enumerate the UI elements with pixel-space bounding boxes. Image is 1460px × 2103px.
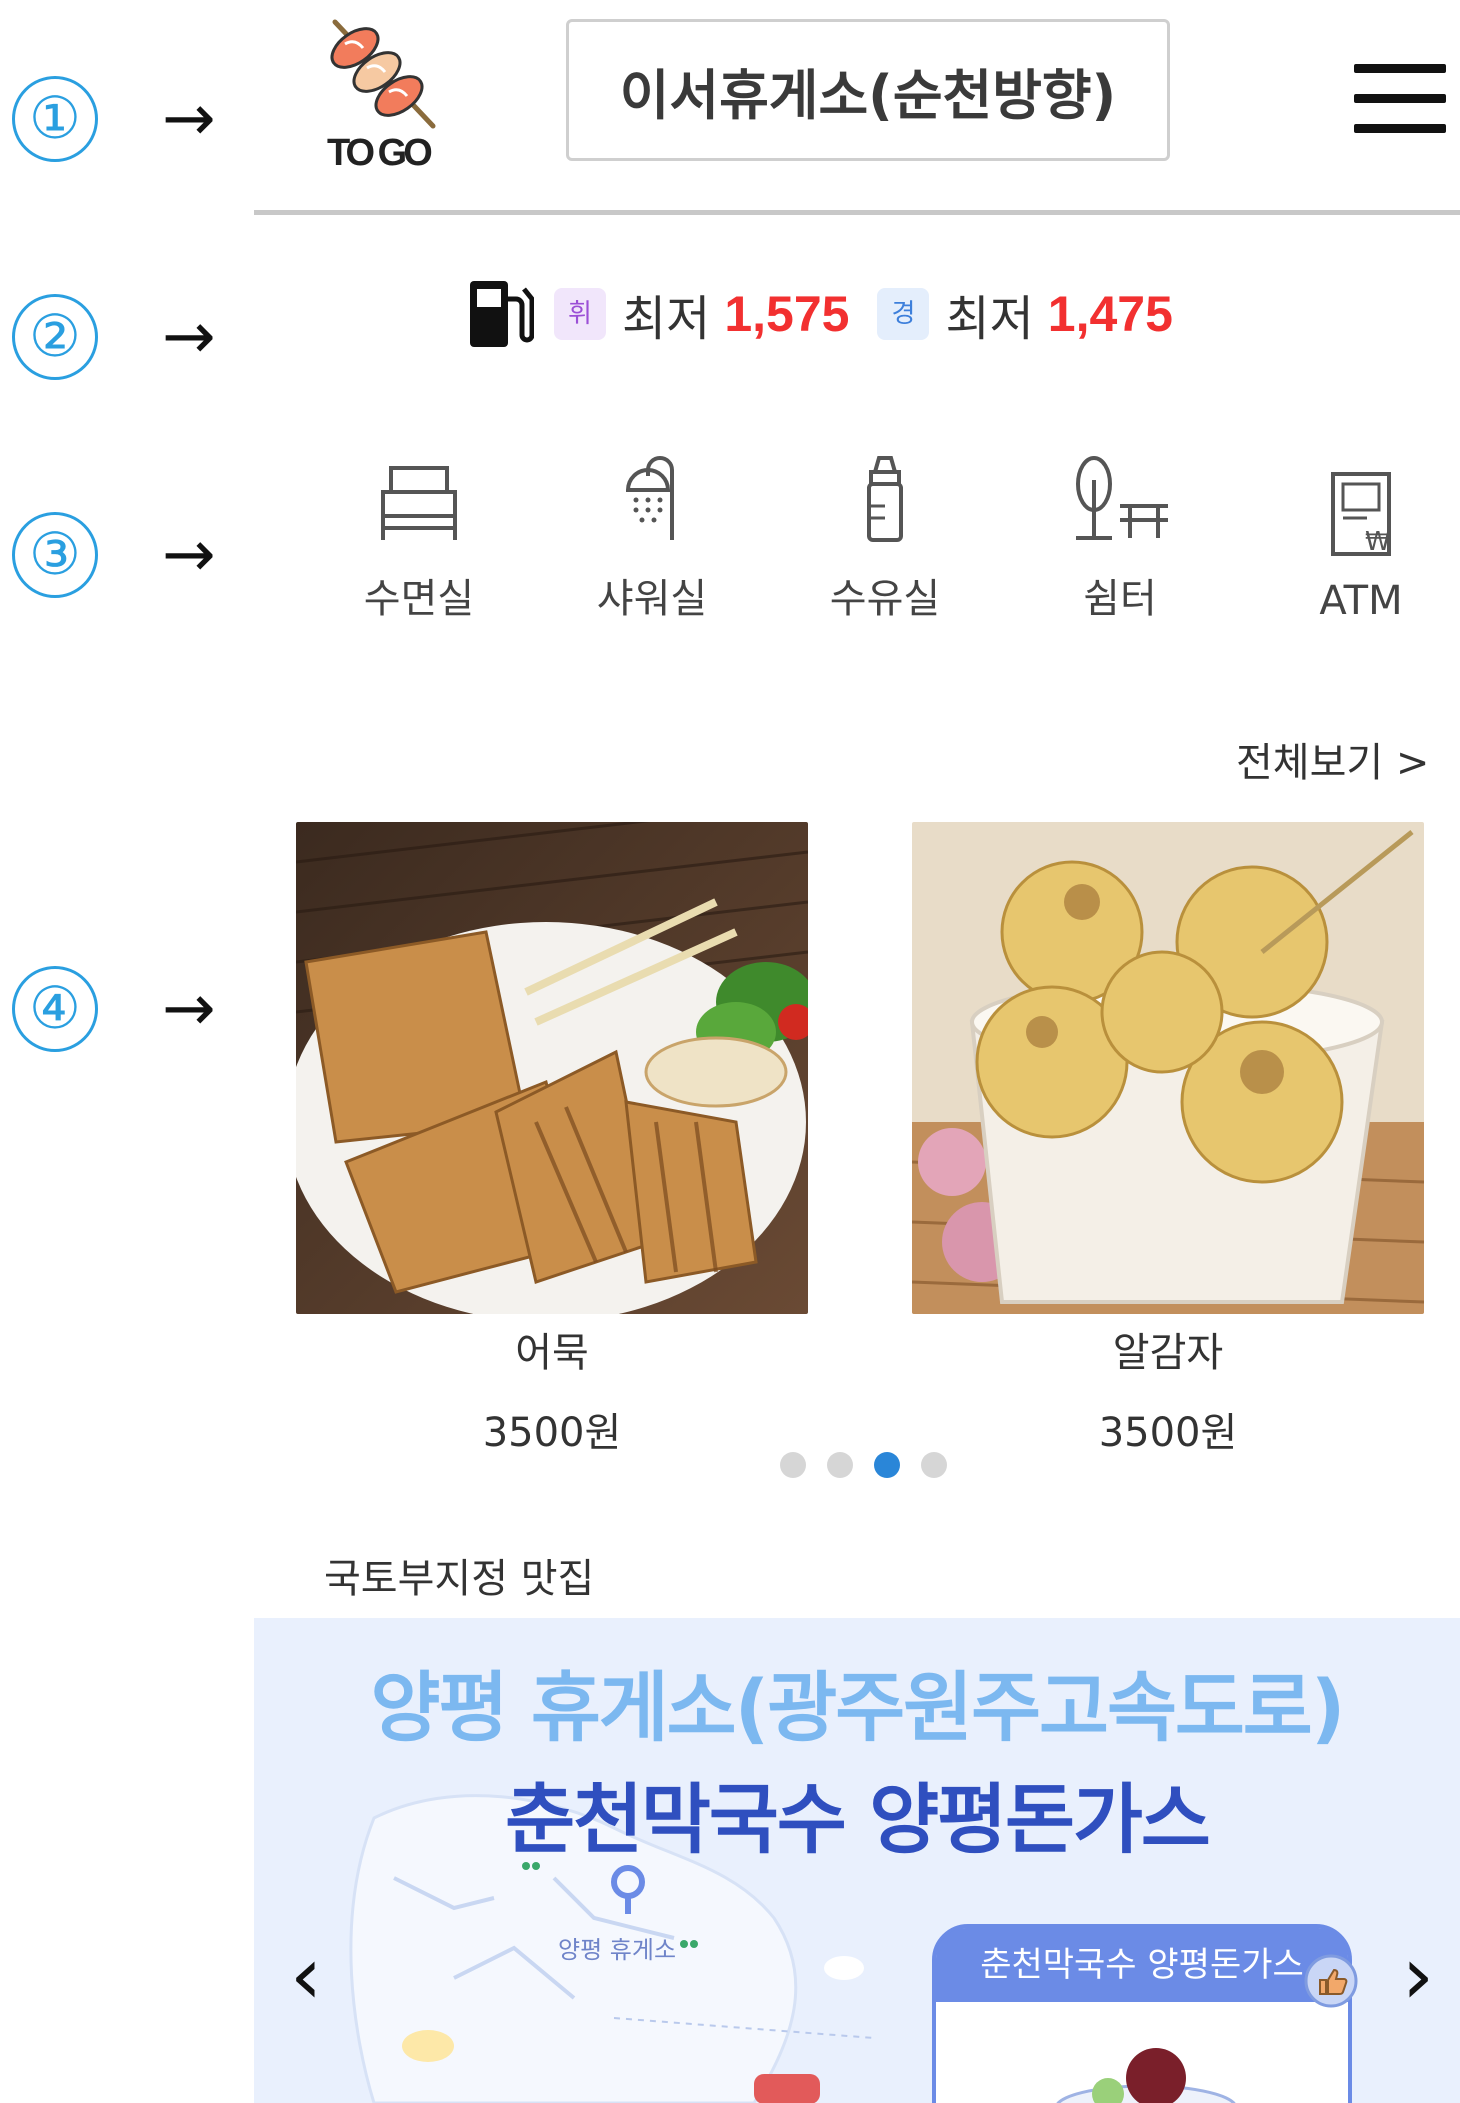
right-arrow-icon: → xyxy=(162,972,216,1046)
recommended-restaurant-banner[interactable]: 양평 휴게소(광주원주고속도로) 춘천막국수 양평돈가스 양평 휴게소 춘천막국… xyxy=(254,1618,1460,2103)
skewer-icon xyxy=(330,19,436,129)
amenity-rest-area[interactable]: 쉼터 xyxy=(1035,454,1205,624)
diesel-badge: 경 xyxy=(877,288,930,340)
step-number: ④ xyxy=(12,966,98,1052)
station-selector[interactable]: 이서휴게소(순천방향) xyxy=(566,19,1170,161)
gasoline-price: 1,575 xyxy=(724,286,850,342)
gasoline-label: 최저 xyxy=(622,291,711,347)
gas-pump-icon xyxy=(470,281,534,347)
step-marker-4: ④ → xyxy=(12,964,264,1054)
svg-text:₩: ₩ xyxy=(1365,527,1391,557)
banner-title: 양평 휴게소(광주원주고속도로) xyxy=(370,1663,1346,1752)
amenity-sleeping-room[interactable]: 수면실 xyxy=(334,454,504,624)
carousel-indicator xyxy=(780,1452,968,1478)
amenity-nursing-room[interactable]: 수유실 xyxy=(800,454,970,624)
amenity-label: 수면실 xyxy=(363,576,475,622)
step-marker-1: ① → xyxy=(12,74,264,164)
product-price: 3500원 xyxy=(1098,1410,1238,1456)
atm-icon: ₩ xyxy=(1331,472,1391,557)
product-card-fishcake[interactable]: 어묵 3500원 xyxy=(296,822,808,1458)
carousel-dot[interactable] xyxy=(780,1452,806,1478)
banner-next-button[interactable]: › xyxy=(1402,1936,1434,2016)
amenity-label: 쉼터 xyxy=(1083,576,1157,622)
fuel-prices: 휘 최저 1,575 경 최저 1,475 xyxy=(466,274,1173,354)
amenity-label: 수유실 xyxy=(829,576,941,622)
step-number: ② xyxy=(12,294,98,380)
noodle-dish-illustration xyxy=(1056,2048,1236,2103)
banner-prev-button[interactable]: ‹ xyxy=(290,1936,322,2016)
carousel-dot[interactable] xyxy=(921,1452,947,1478)
product-price: 3500원 xyxy=(482,1410,622,1456)
amenity-atm[interactable]: ₩ ATM xyxy=(1276,470,1446,624)
step-number: ① xyxy=(12,76,98,162)
amenity-shower-room[interactable]: 샤워실 xyxy=(567,454,737,624)
baby-bottle-icon xyxy=(867,456,903,542)
right-arrow-icon: → xyxy=(162,300,216,374)
step-number: ③ xyxy=(12,512,98,598)
restaurant-card[interactable]: 춘천막국수 양평돈가스 xyxy=(932,1924,1358,2103)
page: ① → ② → ③ → ④ → TO GO 이서휴게소(순천방향) 휘 최저 1… xyxy=(0,0,1460,2103)
hamburger-menu-icon[interactable] xyxy=(1354,64,1446,134)
logo-text: TO GO xyxy=(327,132,433,174)
product-card-baby-potato[interactable]: 알감자 3500원 xyxy=(912,822,1424,1458)
gasoline-badge: 휘 xyxy=(554,288,606,340)
header-divider xyxy=(254,210,1460,215)
right-arrow-icon: → xyxy=(162,82,216,156)
amenity-label: 샤워실 xyxy=(596,576,708,622)
map-location-label: 양평 휴게소 xyxy=(558,1936,677,1964)
product-name: 알감자 xyxy=(1112,1330,1224,1376)
fishcake-photo xyxy=(296,822,808,1314)
step-marker-3: ③ → xyxy=(12,510,264,600)
carousel-dot-active[interactable] xyxy=(874,1452,900,1478)
amenity-label: ATM xyxy=(1319,578,1403,624)
shower-icon xyxy=(625,456,674,540)
station-name: 이서휴게소(순천방향) xyxy=(619,63,1117,127)
diesel-price: 1,475 xyxy=(1047,286,1173,342)
carousel-dot[interactable] xyxy=(827,1452,853,1478)
diesel-label: 최저 xyxy=(945,291,1034,347)
right-arrow-icon: → xyxy=(162,518,216,592)
step-marker-2: ② → xyxy=(12,292,264,382)
banner-subtitle: 춘천막국수 양평돈가스 xyxy=(505,1775,1211,1864)
bed-icon xyxy=(381,466,457,540)
restaurant-card-title: 춘천막국수 양평돈가스 xyxy=(936,1928,1348,2002)
section-title: 국토부지정 맛집 xyxy=(324,1556,595,1602)
togo-logo[interactable]: TO GO xyxy=(315,14,455,174)
baby-potato-photo xyxy=(912,822,1424,1314)
product-name: 어묵 xyxy=(515,1330,589,1376)
rest-area-icon xyxy=(1076,456,1168,540)
thumbs-up-icon xyxy=(1304,1954,1358,2008)
view-all-link[interactable]: 전체보기 > xyxy=(1236,730,1429,788)
